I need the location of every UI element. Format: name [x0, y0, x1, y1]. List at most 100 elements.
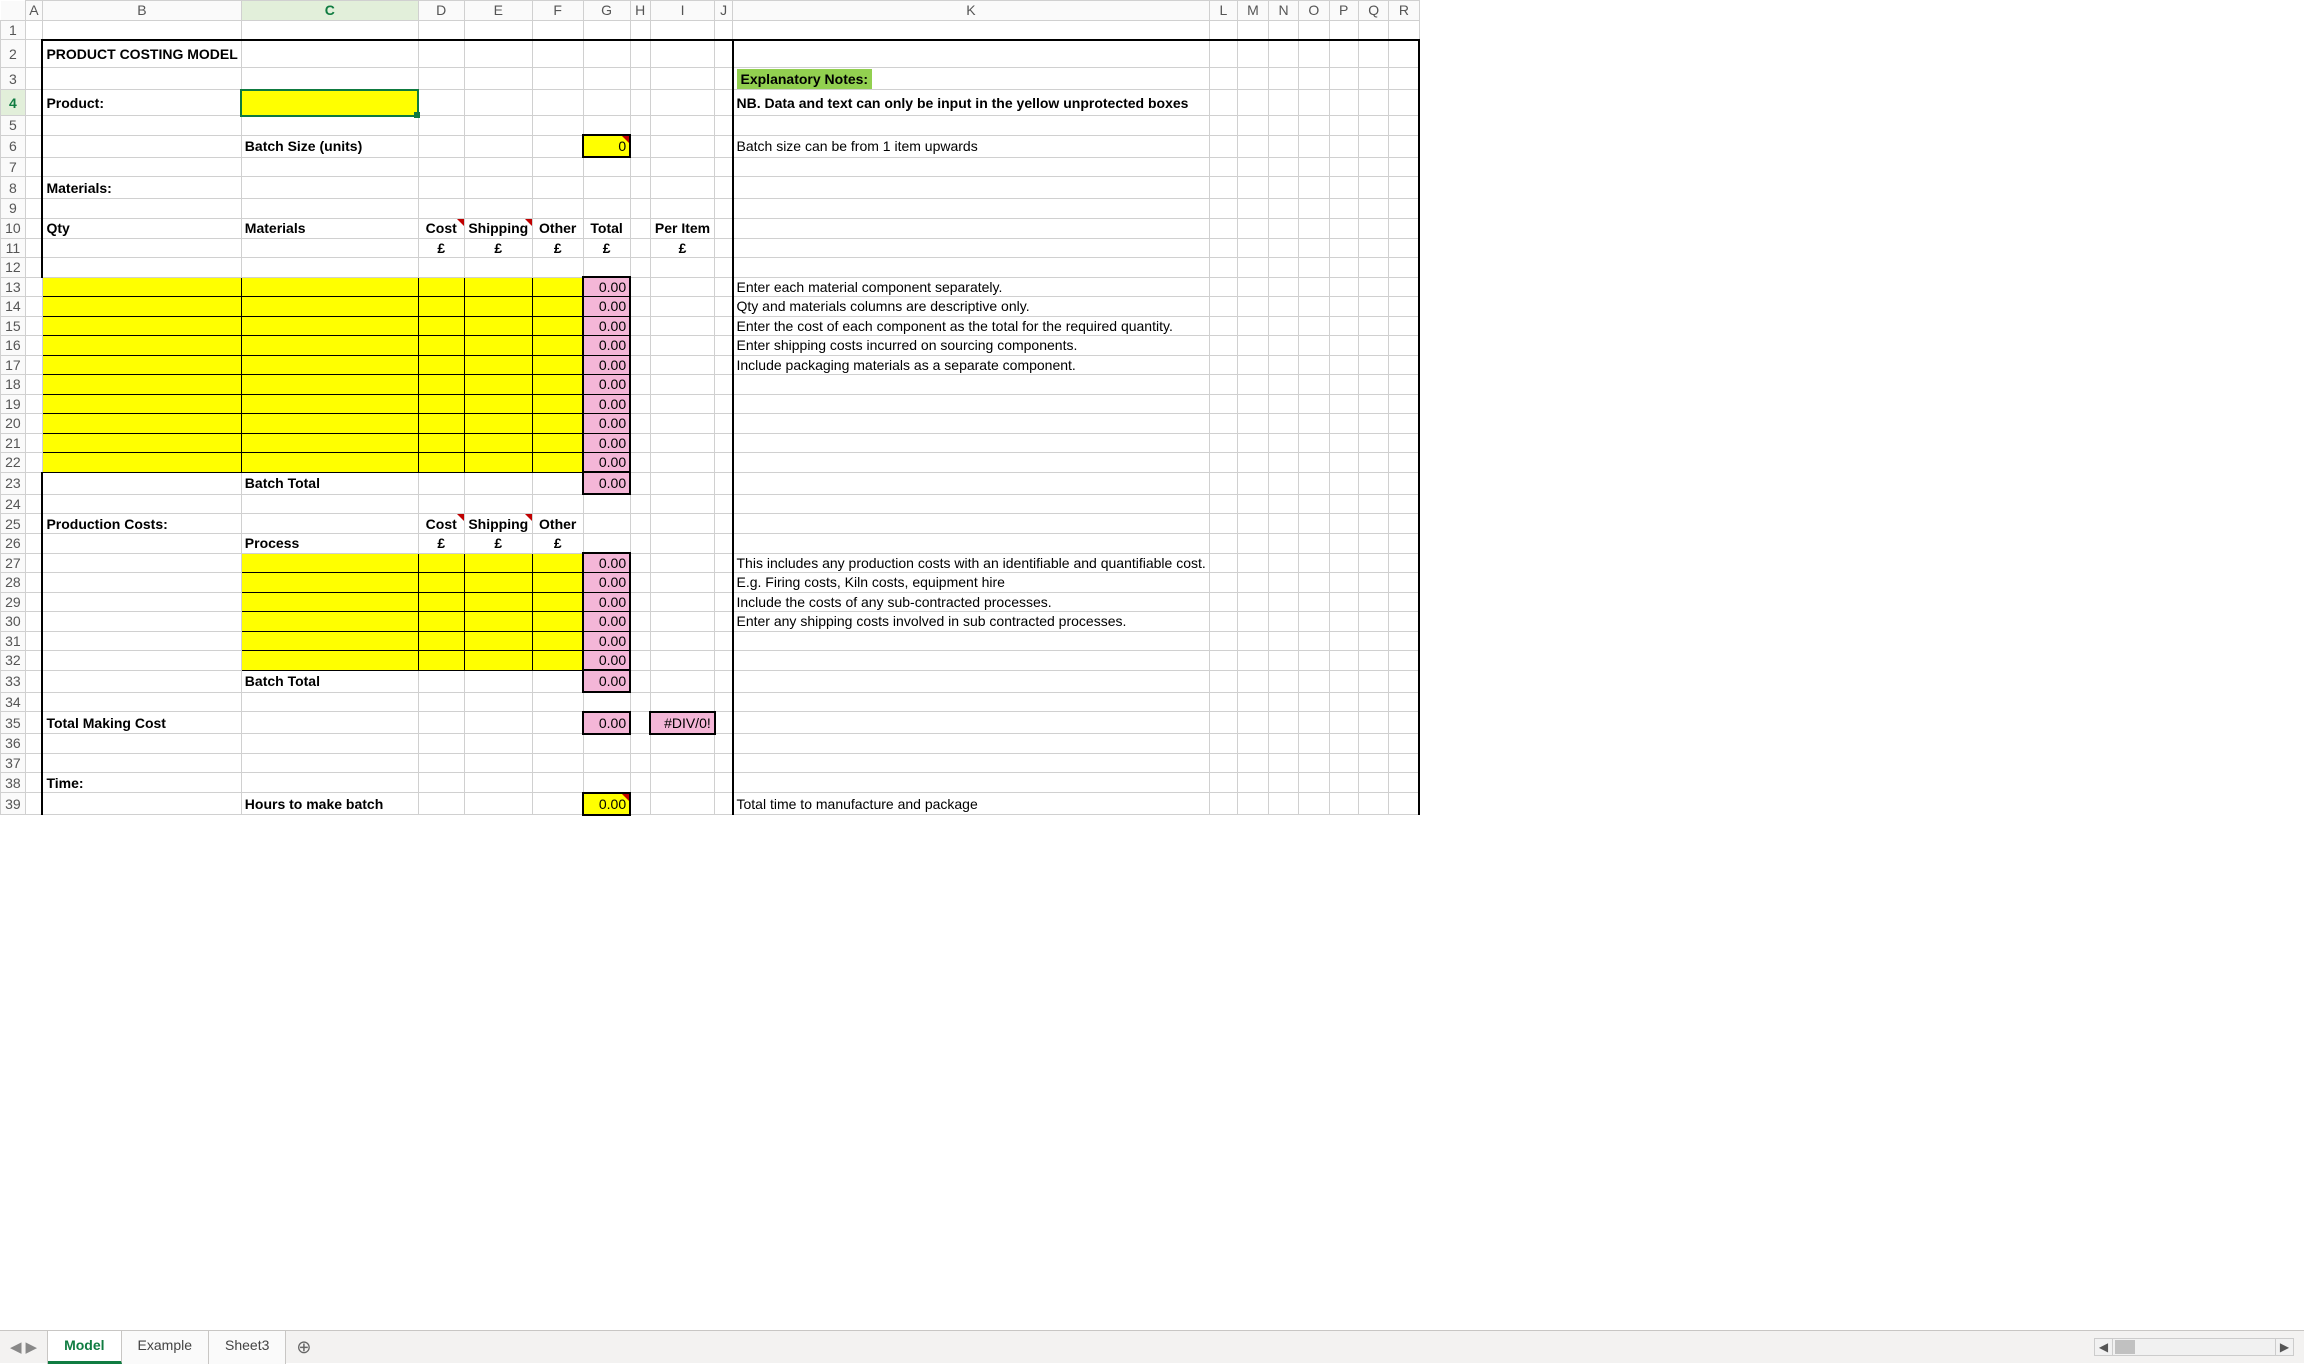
cell-A6[interactable] [25, 135, 42, 157]
cell-K32[interactable] [733, 651, 1210, 671]
cell-M9[interactable] [1237, 199, 1268, 219]
horizontal-scrollbar[interactable]: ◀ ▶ [2094, 1338, 2294, 1356]
cell-Q39[interactable] [1358, 793, 1389, 815]
cell-F23[interactable] [532, 472, 583, 494]
cell-M30[interactable] [1237, 612, 1268, 632]
cell-K20[interactable] [733, 414, 1210, 434]
cell-A5[interactable] [25, 116, 42, 136]
cell-H7[interactable] [630, 157, 650, 177]
cell-L13[interactable] [1209, 277, 1237, 297]
cell-H27[interactable] [630, 553, 650, 573]
cell-O26[interactable] [1299, 534, 1330, 554]
cell-B33[interactable] [42, 670, 241, 692]
cell-H4[interactable] [630, 90, 650, 116]
cell-K6[interactable]: Batch size can be from 1 item upwards [733, 135, 1210, 157]
cell-E5[interactable] [464, 116, 532, 136]
cell-J22[interactable] [715, 453, 733, 473]
cell-B37[interactable] [42, 753, 241, 773]
cell-J1[interactable] [715, 20, 733, 40]
cell-J25[interactable] [715, 514, 733, 534]
cell-C36[interactable] [241, 734, 418, 754]
cell-C1[interactable] [241, 20, 418, 40]
cell-L29[interactable] [1209, 592, 1237, 612]
cell-L30[interactable] [1209, 612, 1237, 632]
row-header-28[interactable]: 28 [1, 573, 26, 593]
cell-A7[interactable] [25, 157, 42, 177]
cell-B31[interactable] [42, 631, 241, 651]
row-header-26[interactable]: 26 [1, 534, 26, 554]
cell-L16[interactable] [1209, 336, 1237, 356]
cell-M16[interactable] [1237, 336, 1268, 356]
cell-F1[interactable] [532, 20, 583, 40]
cell-G9[interactable] [583, 199, 630, 219]
cell-R16[interactable] [1389, 336, 1419, 356]
cell-L9[interactable] [1209, 199, 1237, 219]
cell-C4[interactable] [241, 90, 418, 116]
cell-N9[interactable] [1269, 199, 1299, 219]
cell-J38[interactable] [715, 773, 733, 793]
cell-Q6[interactable] [1358, 135, 1389, 157]
cell-R23[interactable] [1389, 472, 1419, 494]
cell-M32[interactable] [1237, 651, 1268, 671]
cell-R6[interactable] [1389, 135, 1419, 157]
cell-A33[interactable] [25, 670, 42, 692]
cell-J16[interactable] [715, 336, 733, 356]
cell-K19[interactable] [733, 394, 1210, 414]
cell-E13[interactable] [464, 277, 532, 297]
col-header-G[interactable]: G [583, 1, 630, 21]
cell-R27[interactable] [1389, 553, 1419, 573]
cell-K28[interactable]: E.g. Firing costs, Kiln costs, equipment… [733, 573, 1210, 593]
cell-K39[interactable]: Total time to manufacture and package [733, 793, 1210, 815]
cell-E37[interactable] [464, 753, 532, 773]
cell-M21[interactable] [1237, 433, 1268, 453]
cell-K1[interactable] [733, 20, 1210, 40]
cell-I21[interactable] [650, 433, 715, 453]
cell-M36[interactable] [1237, 734, 1268, 754]
cell-O19[interactable] [1299, 394, 1330, 414]
cell-F27[interactable] [532, 553, 583, 573]
cell-P34[interactable] [1329, 692, 1358, 712]
cell-O15[interactable] [1299, 316, 1330, 336]
cell-D3[interactable] [418, 68, 464, 90]
cell-D12[interactable] [418, 258, 464, 278]
cell-G13[interactable]: 0.00 [583, 277, 630, 297]
cell-J3[interactable] [715, 68, 733, 90]
row-header-21[interactable]: 21 [1, 433, 26, 453]
col-header-C[interactable]: C [241, 1, 418, 21]
cell-N27[interactable] [1269, 553, 1299, 573]
cell-R26[interactable] [1389, 534, 1419, 554]
cell-L8[interactable] [1209, 177, 1237, 199]
cell-L14[interactable] [1209, 297, 1237, 317]
cell-P23[interactable] [1329, 472, 1358, 494]
cell-R20[interactable] [1389, 414, 1419, 434]
cell-A35[interactable] [25, 712, 42, 734]
cell-O39[interactable] [1299, 793, 1330, 815]
cell-K11[interactable] [733, 238, 1210, 258]
cell-C15[interactable] [241, 316, 418, 336]
cell-O31[interactable] [1299, 631, 1330, 651]
cell-O37[interactable] [1299, 753, 1330, 773]
row-header-11[interactable]: 11 [1, 238, 26, 258]
cell-E32[interactable] [464, 651, 532, 671]
cell-A16[interactable] [25, 336, 42, 356]
cell-M38[interactable] [1237, 773, 1268, 793]
cell-M29[interactable] [1237, 592, 1268, 612]
cell-K38[interactable] [733, 773, 1210, 793]
cell-G8[interactable] [583, 177, 630, 199]
cell-Q13[interactable] [1358, 277, 1389, 297]
cell-L10[interactable] [1209, 218, 1237, 238]
cell-H25[interactable] [630, 514, 650, 534]
cell-C35[interactable] [241, 712, 418, 734]
cell-K4[interactable]: NB. Data and text can only be input in t… [733, 90, 1210, 116]
row-header-7[interactable]: 7 [1, 157, 26, 177]
cell-H11[interactable] [630, 238, 650, 258]
cell-D26[interactable]: £ [418, 534, 464, 554]
cell-C19[interactable] [241, 394, 418, 414]
cell-F3[interactable] [532, 68, 583, 90]
cell-M34[interactable] [1237, 692, 1268, 712]
cell-O13[interactable] [1299, 277, 1330, 297]
cell-H3[interactable] [630, 68, 650, 90]
row-header-8[interactable]: 8 [1, 177, 26, 199]
cell-J4[interactable] [715, 90, 733, 116]
cell-R7[interactable] [1389, 157, 1419, 177]
